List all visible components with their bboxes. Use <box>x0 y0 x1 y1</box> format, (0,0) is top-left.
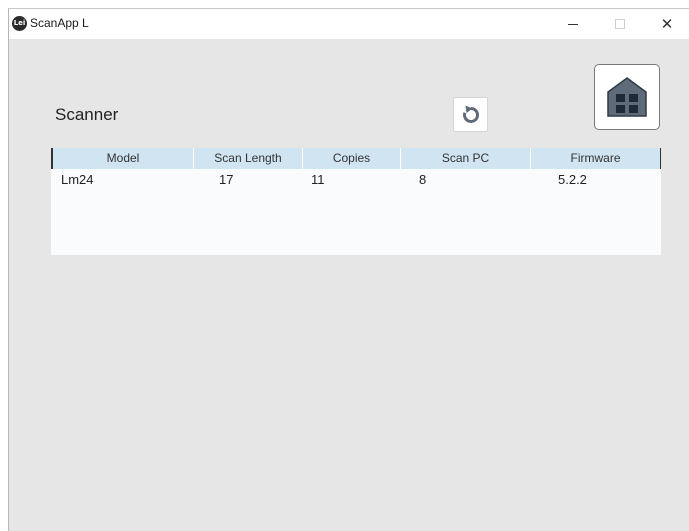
scanner-table: Model Scan Length Copies Scan PC Firmwar… <box>51 148 661 255</box>
cell-firmware: 5.2.2 <box>558 172 587 187</box>
column-header-model[interactable]: Model <box>53 148 194 169</box>
cell-scan-pc: 8 <box>419 172 427 187</box>
cell-scan-length: 17 <box>219 172 234 187</box>
column-header-firmware[interactable]: Firmware <box>531 148 660 169</box>
maximize-button[interactable] <box>597 9 643 39</box>
close-button[interactable]: ✕ <box>644 9 689 39</box>
table-header: Model Scan Length Copies Scan PC Firmwar… <box>51 148 661 169</box>
home-button[interactable] <box>594 64 660 130</box>
title-bar[interactable]: Lei ScanApp L ✕ <box>9 9 689 39</box>
column-header-scan-length[interactable]: Scan Length <box>194 148 303 169</box>
home-icon <box>607 77 647 117</box>
minimize-icon <box>568 23 578 25</box>
table-row[interactable]: Lm24 17 11 8 5.2.2 <box>51 170 661 190</box>
app-logo-icon: Lei <box>12 16 27 31</box>
column-header-copies[interactable]: Copies <box>303 148 401 169</box>
app-window: Lei ScanApp L ✕ Scanner Model Scan Lengt… <box>8 8 689 531</box>
refresh-button[interactable] <box>453 97 488 132</box>
refresh-icon <box>462 105 479 123</box>
window-title: ScanApp L <box>30 16 89 30</box>
close-icon: ✕ <box>660 14 674 33</box>
maximize-icon <box>615 19 625 29</box>
page-title: Scanner <box>55 105 119 124</box>
cell-model: Lm24 <box>61 172 94 187</box>
minimize-button[interactable] <box>550 9 596 39</box>
cell-copies: 11 <box>311 172 325 187</box>
column-header-scan-pc[interactable]: Scan PC <box>401 148 531 169</box>
